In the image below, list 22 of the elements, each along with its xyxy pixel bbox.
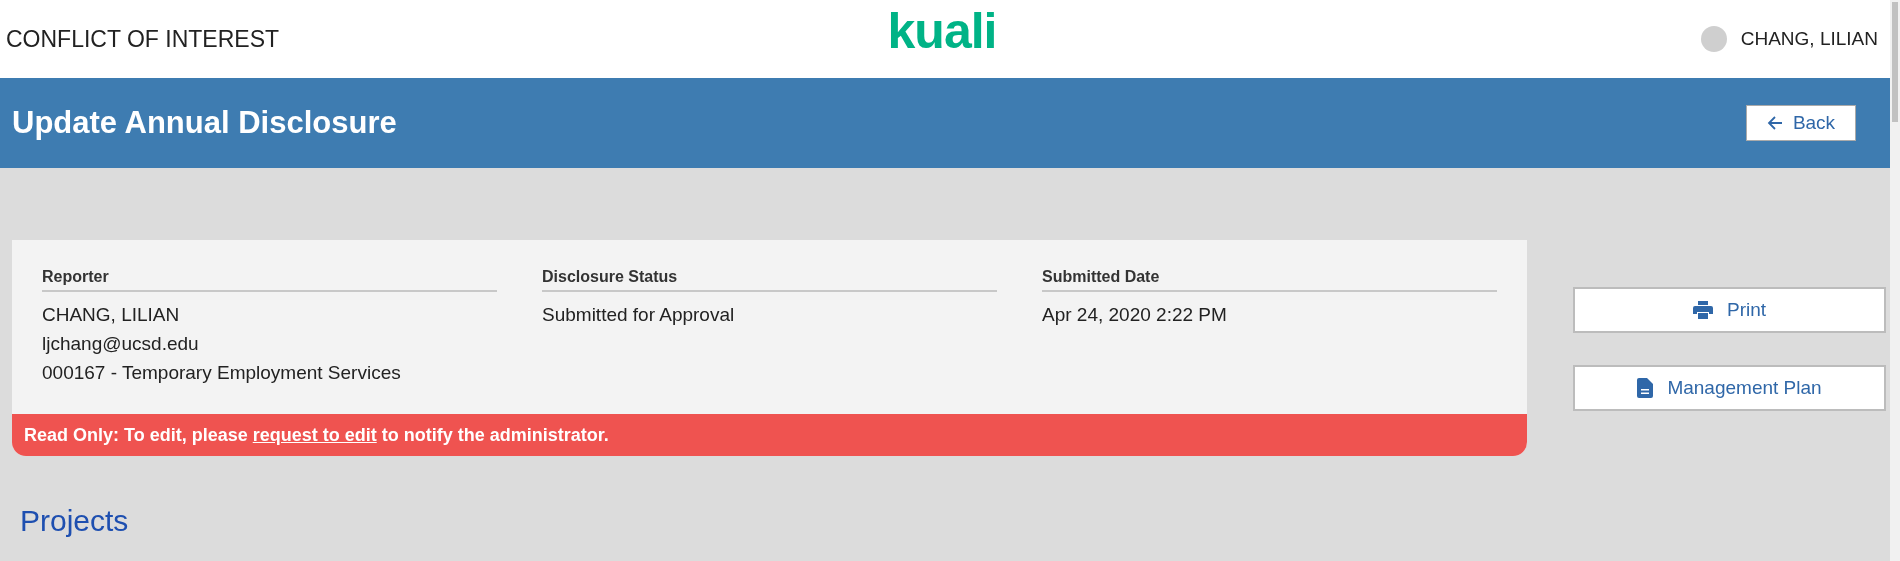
field-label: Reporter <box>42 268 497 292</box>
field-value: Apr 24, 2020 2:22 PM <box>1042 303 1228 327</box>
field-value: CHANG, LILIAN <box>42 303 181 327</box>
document-icon <box>1637 378 1654 398</box>
arrow-left-icon <box>1766 115 1783 131</box>
scrollbar[interactable] <box>1890 0 1900 561</box>
action-button[interactable]: Print <box>1573 287 1886 333</box>
field-label: Disclosure Status <box>542 268 997 292</box>
section-heading: Projects <box>20 504 130 538</box>
app-title: CONFLICT OF INTEREST <box>6 25 281 53</box>
page-title: Update Annual Disclosure <box>12 105 397 141</box>
back-button[interactable]: Back <box>1746 105 1856 141</box>
request-to-edit-link[interactable]: request to edit <box>252 424 377 446</box>
field-value: Submitted for Approval <box>542 303 736 327</box>
field-label: Submitted Date <box>1042 268 1497 292</box>
avatar-icon[interactable] <box>1700 26 1727 52</box>
read-only-notice: Read Only: To edit, please request to edit to notify the administrator. <box>12 414 1527 456</box>
field-value: 000167 - Temporary Employment Services <box>42 361 402 385</box>
printer-icon <box>1692 301 1713 319</box>
action-button[interactable]: Management Plan <box>1573 365 1886 411</box>
user-name[interactable]: CHANG, LILIAN <box>1740 28 1878 50</box>
field-value: ljchang@ucsd.edu <box>42 332 200 356</box>
